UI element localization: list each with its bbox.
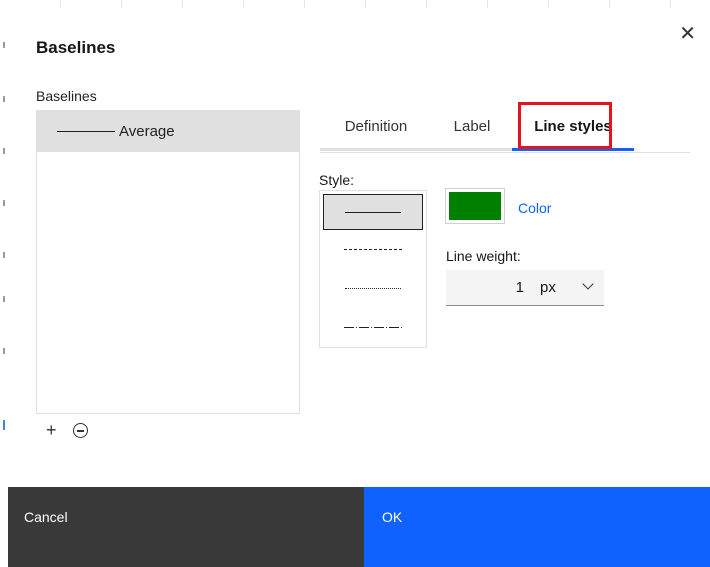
baselines-dialog: ✕ Baselines Baselines Average + Definiti… [8, 8, 710, 567]
axis-tick [3, 42, 5, 48]
dotted-line-icon [345, 287, 401, 289]
cancel-button[interactable]: Cancel [8, 487, 364, 567]
ok-button[interactable]: OK [364, 487, 710, 567]
style-option-dash-dot[interactable] [323, 309, 423, 345]
color-fill [449, 192, 501, 220]
color-swatch[interactable] [445, 188, 505, 224]
line-sample-icon [57, 131, 115, 132]
axis-tick [3, 200, 5, 206]
dash-dot-line-icon [344, 326, 402, 328]
axis-tick [3, 296, 5, 302]
axis-marker [3, 420, 5, 430]
chevron-down-icon [582, 278, 594, 290]
plus-icon[interactable]: + [46, 420, 57, 441]
solid-line-icon [345, 211, 401, 213]
style-option-dashed[interactable] [323, 231, 423, 267]
dialog-title: Baselines [36, 38, 116, 57]
baselines-list-label: Baselines [36, 88, 97, 104]
color-link[interactable]: Color [518, 200, 551, 216]
baselines-list: Average [36, 110, 300, 414]
minus-circle-icon[interactable] [72, 423, 88, 438]
axis-tick [3, 252, 5, 258]
axis-tick [3, 348, 5, 354]
style-list [319, 190, 427, 348]
line-weight-select[interactable]: 1 px [446, 270, 604, 306]
background-axis-edge [0, 8, 8, 488]
dashed-line-icon [344, 248, 402, 250]
style-option-dotted[interactable] [323, 270, 423, 306]
dialog-footer: Cancel OK [8, 487, 710, 567]
list-item[interactable]: Average [37, 111, 299, 152]
background-grid-edge [0, 0, 710, 8]
axis-tick [3, 96, 5, 102]
tab-label[interactable]: Label [432, 114, 512, 151]
highlight-box [518, 102, 612, 149]
list-actions: + [46, 420, 88, 441]
axis-tick [3, 148, 5, 154]
style-label: Style: [319, 172, 355, 188]
close-icon[interactable]: ✕ [679, 24, 696, 44]
line-weight-value: 1 [515, 279, 524, 296]
tab-bar: Definition Label Line styles [320, 114, 690, 153]
line-weight-unit: px [540, 279, 556, 296]
tab-definition[interactable]: Definition [320, 114, 432, 151]
line-weight-label: Line weight: [446, 248, 521, 264]
style-option-solid[interactable] [323, 194, 423, 230]
list-item-label: Average [119, 123, 175, 140]
